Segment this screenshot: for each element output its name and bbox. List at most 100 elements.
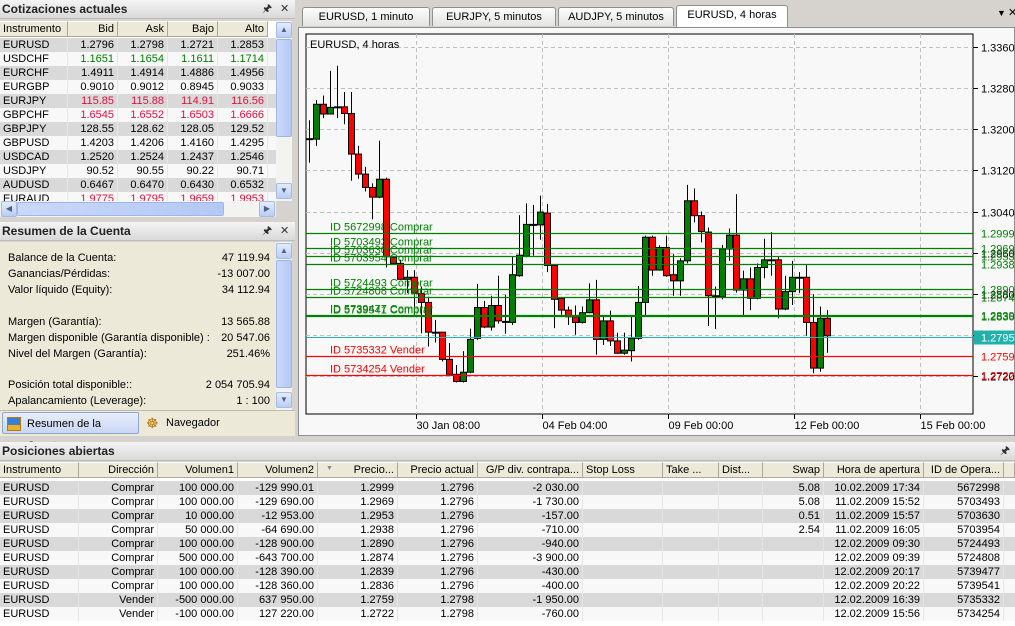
close-icon[interactable]: ✕ <box>280 222 289 241</box>
position-swap <box>763 551 824 565</box>
quote-bid: 1.2520 <box>68 150 118 164</box>
position-row[interactable]: EURUSD Comprar 100 000.00 -128 390.00 1.2839… <box>0 565 1015 579</box>
position-open-time: 12.02.2009 09:30 <box>824 537 924 551</box>
position-row[interactable]: EURUSD Vender -500 000.00 637 950.00 1.2759 1… <box>0 593 1015 607</box>
quote-ask: 1.4206 <box>118 136 168 150</box>
position-pnl: -157.00 <box>478 509 583 523</box>
position-row[interactable]: EURUSD Comprar 50 000.00 -64 690.00 1.2938 1.… <box>0 523 1015 537</box>
column-header-bid[interactable]: Bid <box>68 21 118 37</box>
position-row[interactable]: EURUSD Comprar 100 000.00 -128 900.00 1.2890… <box>0 537 1015 551</box>
position-order-id: 5739541 <box>924 579 1004 593</box>
candle-body <box>341 106 348 115</box>
account-label: Margen (Garantía): <box>8 316 102 328</box>
account-value: 251.46% <box>226 348 270 360</box>
scroll-up-icon[interactable]: ▲ <box>276 243 292 259</box>
pin-icon[interactable]: 🖈 <box>1000 442 1010 461</box>
scroll-thumb[interactable] <box>276 39 292 137</box>
candlestick-chart[interactable]: 1.33601.32801.32001.31201.30401.29601.28… <box>298 27 1015 436</box>
position-row[interactable]: EURUSD Vender -100 000.00 127 220.00 1.2722 1… <box>0 607 1015 621</box>
candle <box>656 245 663 271</box>
column-header-ask[interactable]: Ask <box>118 21 168 37</box>
y-tick-label: 1.3040 <box>981 208 1015 220</box>
account-value: -13 007.00 <box>217 268 270 280</box>
quote-row[interactable]: GBPCHF 1.6545 1.6552 1.6503 1.6666 <box>0 108 276 122</box>
position-pnl: -760.00 <box>478 607 583 621</box>
tab-label: Navegador <box>166 417 220 429</box>
quotes-horizontal-scrollbar[interactable]: ◀ ▶ <box>0 201 276 217</box>
quote-row[interactable]: EURAUD 1.9775 1.9795 1.9659 1.9953 <box>0 192 276 201</box>
quote-row[interactable]: AUDUSD 0.6467 0.6470 0.6430 0.6532 <box>0 178 276 192</box>
position-row[interactable]: EURUSD Comprar 500 000.00 -643 700.00 1.2874… <box>0 551 1015 565</box>
position-row[interactable]: EURUSD Comprar 10 000.00 -12 953.00 1.2953 1.… <box>0 509 1015 523</box>
column-header-direction[interactable]: Dirección <box>79 462 158 478</box>
tab-account-summary[interactable]: Resumen de la Cuenta <box>2 412 139 452</box>
position-take-profit <box>663 495 719 509</box>
order-price-label: 1.2999 <box>981 229 1015 241</box>
tab-eurjpy-5min[interactable]: EURJPY, 5 minutos <box>432 7 556 26</box>
column-header-high[interactable]: Alto <box>218 21 268 37</box>
position-row[interactable]: EURUSD Comprar 100 000.00 -129 990.01 1.2999… <box>0 481 1015 495</box>
splitter[interactable] <box>0 436 1015 441</box>
h-scroll-thumb[interactable] <box>17 202 224 216</box>
chart-window: 1.3360 1.3280 1.3200 1.3120 1.3040 1.2960 1.28… <box>298 27 1015 436</box>
column-header-take-profit[interactable]: Take ... <box>663 462 719 478</box>
scroll-down-icon[interactable]: ▼ <box>276 392 292 408</box>
column-header-swap[interactable]: Swap <box>763 462 824 478</box>
scroll-left-icon[interactable]: ◀ <box>1 201 17 217</box>
scroll-down-icon[interactable]: ▼ <box>276 183 292 199</box>
candle-body <box>824 317 831 337</box>
position-volume1: 100 000.00 <box>158 579 238 593</box>
quote-row[interactable]: EURCHF 1.4911 1.4914 1.4886 1.4956 <box>0 66 276 80</box>
column-header-instrument[interactable]: Instrumento <box>0 462 79 478</box>
quote-low: 1.2721 <box>168 38 218 52</box>
quote-row[interactable]: USDJPY 90.52 90.55 90.22 90.71 <box>0 164 276 178</box>
candle-body <box>516 254 523 277</box>
quote-row[interactable]: GBPJPY 128.55 128.62 128.05 129.52 <box>0 122 276 136</box>
quote-high: 1.4956 <box>218 66 268 80</box>
column-header-pnl[interactable]: G/P div. contrapa... <box>478 462 583 478</box>
quote-row[interactable]: GBPUSD 1.4203 1.4206 1.4160 1.4295 <box>0 136 276 150</box>
position-row[interactable]: EURUSD Comprar 100 000.00 -128 360.00 1.2836… <box>0 579 1015 593</box>
candle-body <box>320 103 327 115</box>
quote-row[interactable]: EURGBP 0.9010 0.9012 0.8945 0.9033 <box>0 80 276 94</box>
tab-list-dropdown-icon[interactable]: ▼ <box>997 8 1006 18</box>
pin-icon[interactable]: 🖈 <box>262 222 272 241</box>
tab-eurusd-4h[interactable]: EURUSD, 4 horas <box>676 5 788 27</box>
scroll-up-icon[interactable]: ▲ <box>276 22 292 38</box>
quote-bid: 128.55 <box>68 122 118 136</box>
position-swap: 5.08 <box>763 495 824 509</box>
column-header-volume2[interactable]: Volumen2 <box>238 462 318 478</box>
x-tick-label: 15 Feb 00:00 <box>921 420 986 432</box>
quote-row[interactable]: USDCAD 1.2520 1.2524 1.2437 1.2546 <box>0 150 276 164</box>
quote-row[interactable]: USDCHF 1.1651 1.1654 1.1611 1.1714 <box>0 52 276 66</box>
close-icon[interactable]: ✕ <box>1008 6 1015 19</box>
quote-row[interactable]: EURJPY 115.85 115.88 114.91 116.56 <box>0 94 276 108</box>
position-row[interactable]: EURUSD Comprar 100 000.00 -129 690.00 1.2969… <box>0 495 1015 509</box>
column-header-instrument[interactable]: Instrumento <box>0 21 68 37</box>
tab-navigator[interactable]: ☸ Navegador <box>142 412 228 434</box>
position-order-id: 5734254 <box>924 607 1004 621</box>
position-direction: Vender <box>79 607 158 621</box>
column-header-low[interactable]: Bajo <box>168 21 218 37</box>
position-current-price: 1.2796 <box>398 565 478 579</box>
candle-body <box>656 246 663 271</box>
account-vertical-scrollbar[interactable]: ▲ ▼ <box>276 242 292 410</box>
column-header-volume1[interactable]: Volumen1 <box>158 462 238 478</box>
scroll-right-icon[interactable]: ▶ <box>259 201 275 217</box>
column-header-open-time[interactable]: Hora de apertura <box>824 462 924 478</box>
scroll-thumb[interactable] <box>276 260 292 388</box>
column-header-distance[interactable]: Dist... <box>719 462 763 478</box>
quote-low: 1.1611 <box>168 52 218 66</box>
column-header-order-id[interactable]: ID de Opera... <box>924 462 1004 478</box>
quote-instrument: GBPUSD <box>0 136 68 150</box>
column-header-stop-loss[interactable]: Stop Loss <box>583 462 663 478</box>
quote-row[interactable]: EURUSD 1.2796 1.2798 1.2721 1.2853 <box>0 38 276 52</box>
position-swap <box>763 593 824 607</box>
tab-audjpy-5min[interactable]: AUDJPY, 5 minutos <box>558 7 674 26</box>
quotes-vertical-scrollbar[interactable]: ▲ ▼ <box>276 21 292 201</box>
close-icon[interactable]: ✕ <box>280 0 289 19</box>
tab-eurusd-1min[interactable]: EURUSD, 1 minuto <box>302 7 430 26</box>
pin-icon[interactable]: 🖈 <box>262 0 272 19</box>
column-header-current-price[interactable]: Precio actual <box>398 462 478 478</box>
x-tick-label: 30 Jan 08:00 <box>417 420 481 432</box>
